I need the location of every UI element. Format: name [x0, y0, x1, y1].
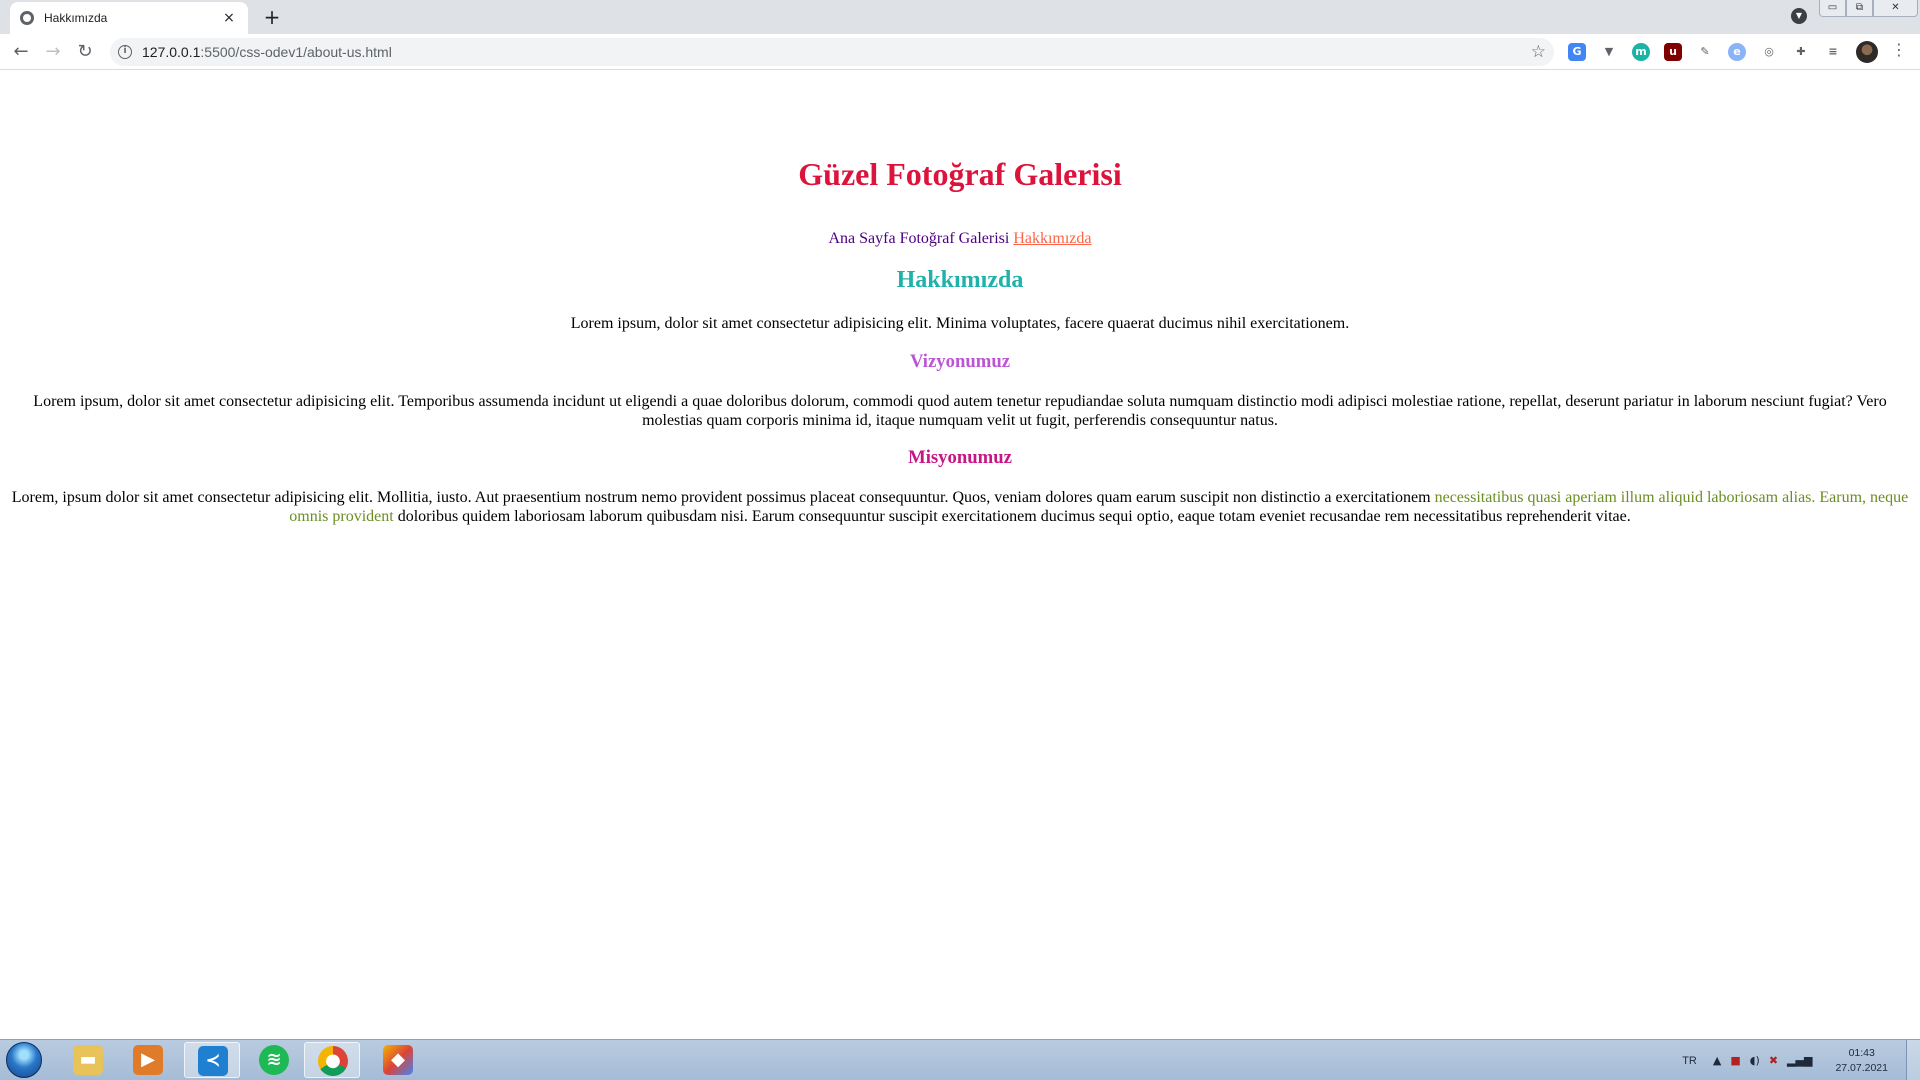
url-path: :5500/css-odev1/about-us.html	[200, 44, 392, 60]
network-warning-icon[interactable]: ✖	[1769, 1054, 1778, 1067]
mission-heading: Misyonumuz	[908, 447, 1012, 468]
vision-heading: Vizyonumuz	[909, 351, 1011, 372]
taskbar-vscode[interactable]: ≺	[184, 1042, 240, 1078]
volume-icon[interactable]: ◖)	[1750, 1054, 1760, 1067]
taskbar-gitkraken[interactable]: ◆	[370, 1042, 426, 1078]
globe-extension-icon[interactable]: ◎	[1760, 43, 1778, 61]
mission-text-end: doloribus quidem laboriosam laborum quib…	[393, 507, 1631, 525]
edge-extension-icon[interactable]: e	[1728, 43, 1746, 61]
browser-toolbar: ← → ↻ i 127.0.0.1 :5500/css-odev1/about-…	[0, 34, 1920, 70]
more-menu-icon[interactable]: ⋮	[1891, 40, 1907, 59]
back-arrow-icon[interactable]: ←	[9, 40, 33, 64]
nav-home-link[interactable]: Ana Sayfa	[828, 230, 895, 247]
browser-tab-strip: Hakkımızda × + ▼ ▭ ⧉ ✕	[0, 0, 1920, 34]
nav-gallery-link[interactable]: Fotoğraf Galerisi	[900, 230, 1010, 247]
git-app-icon: ◆	[383, 1045, 413, 1075]
reading-list-icon[interactable]: ≡	[1824, 43, 1842, 61]
taskbar-explorer[interactable]: ▬	[60, 1042, 116, 1078]
page-viewport: Güzel Fotoğraf Galerisi Ana Sayfa Fotoğr…	[0, 71, 1920, 1039]
signal-icon[interactable]: ▂▄▆	[1787, 1054, 1812, 1067]
bookmark-star-icon[interactable]: ☆	[1531, 42, 1546, 62]
url-host: 127.0.0.1	[142, 44, 201, 60]
spotify-icon: ≋	[259, 1045, 289, 1075]
language-indicator[interactable]: TR	[1682, 1055, 1697, 1067]
show-desktop-button[interactable]	[1906, 1040, 1920, 1080]
clock-time: 01:43	[1848, 1046, 1875, 1059]
info-icon[interactable]: i	[118, 45, 132, 59]
close-window-button[interactable]: ✕	[1873, 0, 1918, 17]
forward-arrow-icon[interactable]: →	[41, 40, 65, 64]
tray-expand-icon[interactable]: ▲	[1713, 1054, 1721, 1067]
mission-paragraph: Lorem, ipsum dolor sit amet consectetur …	[8, 489, 1912, 526]
windows-taskbar: ▬ ▶ ≺ ≋ ● ◆ TR ▲ ■ ◖) ✖ ▂▄▆ 01:43 27.07.…	[0, 1039, 1920, 1080]
reload-icon[interactable]: ↻	[73, 40, 97, 64]
minimize-button[interactable]: ▭	[1819, 0, 1846, 17]
vision-paragraph: Lorem ipsum, dolor sit amet consectetur …	[33, 393, 1887, 429]
eyedropper-extension-icon[interactable]: ✎	[1696, 43, 1714, 61]
taskbar-chrome[interactable]: ●	[304, 1042, 360, 1078]
chrome-icon: ●	[318, 1046, 348, 1076]
translate-extension-icon[interactable]: G	[1568, 43, 1586, 61]
window-controls: ▭ ⧉ ✕	[1819, 0, 1918, 17]
profile-avatar[interactable]	[1856, 41, 1878, 63]
ublock-extension-icon[interactable]: u	[1664, 43, 1682, 61]
taskbar-media-player[interactable]: ▶	[120, 1042, 176, 1078]
m-extension-icon[interactable]: m	[1632, 43, 1650, 61]
clock-date: 27.07.2021	[1835, 1061, 1888, 1074]
system-tray: TR ▲ ■ ◖) ✖ ▂▄▆ 01:43 27.07.2021	[1682, 1040, 1920, 1080]
site-nav: Ana Sayfa Fotoğraf Galerisi Hakkımızda	[0, 230, 1920, 248]
start-button-icon[interactable]	[6, 1042, 42, 1078]
antivirus-tray-icon[interactable]: ■	[1730, 1054, 1740, 1067]
folder-icon: ▬	[73, 1045, 103, 1075]
mission-text-start: Lorem, ipsum dolor sit amet consectetur …	[11, 489, 1435, 506]
tab-search-icon[interactable]: ▼	[1791, 8, 1807, 24]
about-heading: Hakkımızda	[896, 267, 1024, 293]
restore-button[interactable]: ⧉	[1846, 0, 1873, 17]
nav-about-link[interactable]: Hakkımızda	[1013, 230, 1091, 247]
taskbar-spotify[interactable]: ≋	[246, 1042, 302, 1078]
about-paragraph: Lorem ipsum, dolor sit amet consectetur …	[570, 315, 1350, 332]
globe-icon	[20, 11, 34, 25]
browser-tab[interactable]: Hakkımızda ×	[10, 2, 248, 34]
tab-close-icon[interactable]: ×	[220, 10, 238, 26]
tab-title: Hakkımızda	[44, 11, 108, 25]
new-tab-button[interactable]: +	[260, 5, 284, 29]
site-title: Güzel Fotoğraf Galerisi	[798, 156, 1122, 192]
extensions-puzzle-icon[interactable]: ✚	[1792, 43, 1810, 61]
vscode-icon: ≺	[198, 1046, 228, 1076]
address-bar[interactable]: i 127.0.0.1 :5500/css-odev1/about-us.htm…	[110, 38, 1554, 66]
taskbar-clock[interactable]: 01:43 27.07.2021	[1835, 1046, 1888, 1076]
media-player-icon: ▶	[133, 1045, 163, 1075]
vue-extension-icon[interactable]: ▼	[1600, 43, 1618, 61]
